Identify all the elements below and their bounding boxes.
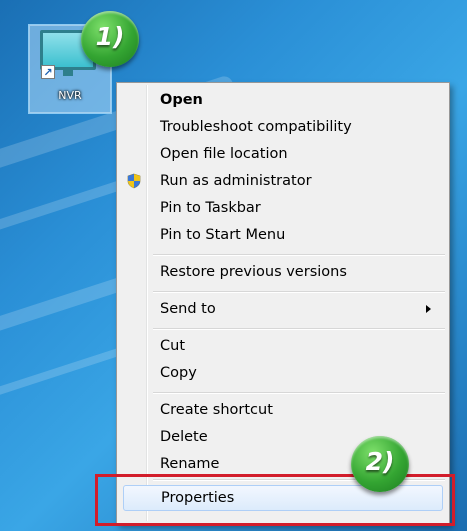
step-1-badge: 1) — [81, 11, 139, 67]
menu-item-label: Send to — [160, 301, 216, 317]
menu-item-label: Pin to Taskbar — [160, 200, 261, 216]
menu-separator — [153, 254, 445, 255]
wallpaper-streak — [0, 346, 126, 422]
menu-item-troubleshoot-compatibility[interactable]: Troubleshoot compatibility — [121, 114, 445, 140]
menu-item-label: Pin to Start Menu — [160, 227, 286, 243]
menu-item-label: Open — [160, 92, 203, 108]
menu-item-open-file-location[interactable]: Open file location — [121, 141, 445, 167]
menu-item-label: Cut — [160, 338, 185, 354]
menu-item-label: Create shortcut — [160, 402, 273, 418]
menu-item-label: Open file location — [160, 146, 288, 162]
menu-separator — [153, 392, 445, 393]
menu-item-run-as-administrator[interactable]: Run as administrator — [121, 168, 445, 194]
menu-item-open[interactable]: Open — [121, 87, 445, 113]
shortcut-arrow-icon: ↗ — [41, 65, 55, 79]
menu-item-pin-to-taskbar[interactable]: Pin to Taskbar — [121, 195, 445, 221]
menu-item-send-to[interactable]: Send to — [121, 296, 445, 322]
menu-separator — [153, 328, 445, 329]
submenu-arrow-icon — [426, 305, 431, 313]
menu-item-label: Copy — [160, 365, 197, 381]
step-2-badge: 2) — [351, 436, 409, 492]
menu-item-label: Restore previous versions — [160, 264, 347, 280]
desktop-icon-label: NVR — [58, 89, 82, 102]
menu-item-label: Delete — [160, 429, 208, 445]
menu-item-create-shortcut[interactable]: Create shortcut — [121, 397, 445, 423]
menu-item-pin-to-start-menu[interactable]: Pin to Start Menu — [121, 222, 445, 248]
menu-item-copy[interactable]: Copy — [121, 360, 445, 386]
menu-item-restore-previous-versions[interactable]: Restore previous versions — [121, 259, 445, 285]
menu-separator — [153, 291, 445, 292]
uac-shield-icon — [127, 173, 141, 189]
menu-item-label: Run as administrator — [160, 173, 312, 189]
menu-item-label: Troubleshoot compatibility — [160, 119, 352, 135]
desktop[interactable]: ↗ NVR Open Troubleshoot compatibility Op… — [0, 0, 467, 531]
menu-item-cut[interactable]: Cut — [121, 333, 445, 359]
